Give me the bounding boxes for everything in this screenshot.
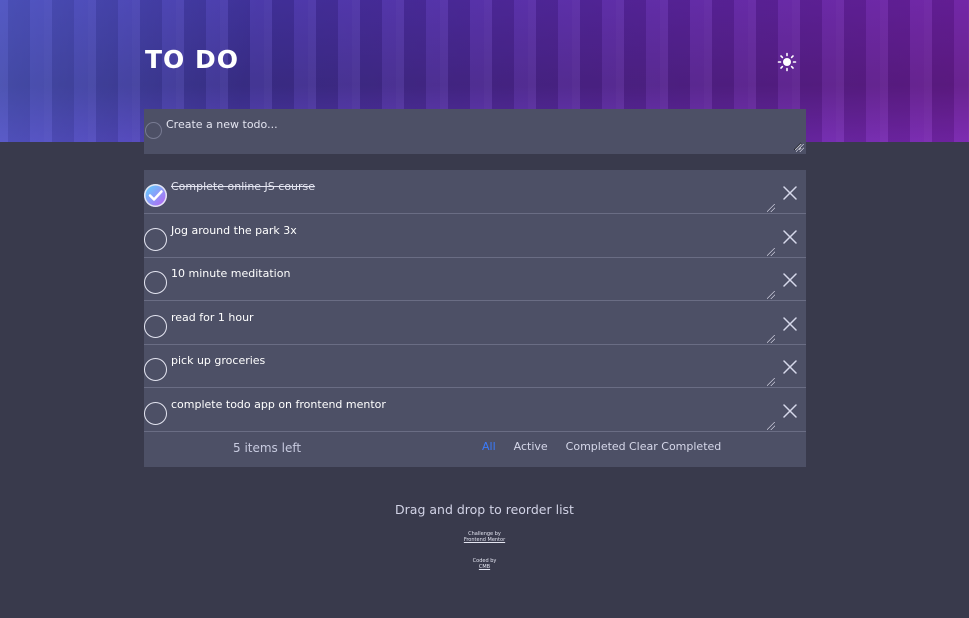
checkmark-icon <box>148 190 163 201</box>
frontend-mentor-link[interactable]: Frontend Mentor <box>464 537 505 543</box>
items-left-counter: 5 items left <box>233 441 302 455</box>
todo-checkbox[interactable] <box>144 228 167 251</box>
todo-text[interactable]: pick up groceries <box>171 354 265 367</box>
todo-checkbox-checked[interactable] <box>144 184 167 207</box>
filter-active[interactable]: Active <box>514 440 548 453</box>
new-todo-input[interactable] <box>166 118 802 151</box>
resize-grip-icon[interactable] <box>767 291 775 299</box>
delete-icon[interactable] <box>783 230 797 244</box>
sun-icon <box>777 52 797 72</box>
delete-icon[interactable] <box>783 273 797 287</box>
delete-icon[interactable] <box>783 404 797 418</box>
resize-grip-icon[interactable] <box>767 248 775 256</box>
todo-checkbox[interactable] <box>144 315 167 338</box>
todo-item[interactable]: Complete online JS course <box>144 170 806 214</box>
todo-list: Complete online JS course Jog around the… <box>144 170 806 467</box>
todo-text[interactable]: complete todo app on frontend mentor <box>171 398 386 411</box>
filter-all[interactable]: All <box>482 440 496 453</box>
delete-icon[interactable] <box>783 360 797 374</box>
page-title: TO DO <box>145 45 240 74</box>
todo-text[interactable]: 10 minute meditation <box>171 267 290 280</box>
delete-icon[interactable] <box>783 317 797 331</box>
todo-item[interactable]: read for 1 hour <box>144 301 806 345</box>
resize-grip-icon[interactable] <box>767 422 775 430</box>
clear-completed-button[interactable]: Clear Completed <box>629 440 721 453</box>
todo-item[interactable]: 10 minute meditation <box>144 257 806 301</box>
new-todo-bar <box>144 109 806 154</box>
challenge-attribution: Challenge by Frontend Mentor <box>0 531 969 543</box>
delete-icon[interactable] <box>783 186 797 200</box>
drag-drop-hint: Drag and drop to reorder list <box>395 502 574 517</box>
list-footer: 5 items left All Active Completed Clear … <box>144 432 806 467</box>
filter-tabs: All Active Completed <box>482 440 626 453</box>
todo-checkbox[interactable] <box>144 271 167 294</box>
todo-checkbox[interactable] <box>144 402 167 425</box>
coder-attribution: Coded by CMB <box>0 558 969 570</box>
new-todo-check-circle[interactable] <box>145 122 162 139</box>
filter-completed[interactable]: Completed <box>566 440 626 453</box>
todo-text[interactable]: read for 1 hour <box>171 311 254 324</box>
resize-grip-icon[interactable] <box>767 204 775 212</box>
todo-checkbox[interactable] <box>144 358 167 381</box>
todo-item[interactable]: Jog around the park 3x <box>144 214 806 258</box>
coder-link[interactable]: CMB <box>479 564 490 570</box>
todo-item[interactable]: complete todo app on frontend mentor <box>144 388 806 432</box>
theme-toggle-button[interactable] <box>775 50 799 74</box>
resize-grip-icon[interactable] <box>767 378 775 386</box>
resize-grip-icon[interactable] <box>796 144 804 152</box>
todo-text[interactable]: Jog around the park 3x <box>171 224 297 237</box>
todo-item[interactable]: pick up groceries <box>144 344 806 388</box>
todo-text[interactable]: Complete online JS course <box>171 180 315 193</box>
resize-grip-icon[interactable] <box>767 335 775 343</box>
